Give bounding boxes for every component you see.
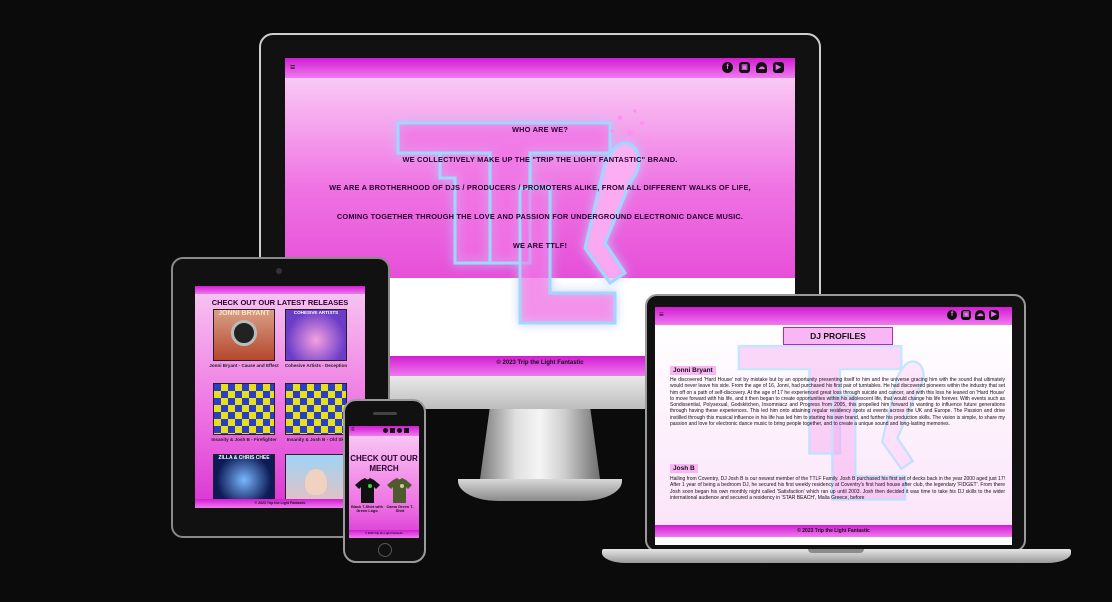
copyright-text: © 2023 Trip the Light Fantastic [365, 532, 403, 535]
tshirt-camo[interactable] [386, 477, 413, 504]
monitor-base [458, 479, 622, 501]
home-button[interactable] [378, 543, 392, 557]
twitch-icon[interactable]: ▣ [739, 62, 750, 73]
profile-name: Josh B [670, 464, 698, 473]
facebook-icon[interactable] [383, 428, 388, 433]
profiles-heading: DJ PROFILES [783, 327, 893, 345]
phone-speaker [373, 412, 397, 415]
tablet-navbar [195, 286, 365, 294]
laptop-footer: © 2023 Trip the Light Fantastic [655, 525, 1012, 537]
laptop-screen: ≡ f ▣ ☁ ▶ DJ PROFILES Jonni Bryant He di… [655, 307, 1012, 545]
about-heading: WHO ARE WE? [511, 125, 569, 134]
album-caption: Insanity & Josh B - Firefighter [211, 437, 277, 442]
vinyl-icon [231, 320, 257, 346]
tablet-screen: CHECK OUT OUR LATEST RELEASES JONNI BRYA… [195, 286, 365, 508]
album-caption: Cohesive Artists - Deception [284, 363, 348, 368]
portrait-image [305, 469, 327, 495]
phone-footer: © 2023 Trip the Light Fantastic [349, 530, 419, 538]
tshirt-icon [387, 478, 412, 503]
menu-icon[interactable]: ≡ [290, 63, 295, 72]
album-cover[interactable]: JONNI BRYANT [213, 309, 275, 361]
monitor-stand [480, 409, 600, 479]
merch-caption: Camo Green T-Shirt [386, 505, 414, 513]
about-line-4: WE ARE TTLF! [512, 241, 568, 250]
laptop-navbar: ≡ f ▣ ☁ ▶ [655, 307, 1012, 325]
album-cover[interactable] [285, 383, 347, 435]
soundcloud-icon[interactable]: ☁ [975, 310, 985, 320]
soundcloud-icon[interactable] [397, 428, 402, 433]
youtube-icon[interactable]: ▶ [773, 62, 784, 73]
copyright-text: © 2023 Trip the Light Fantastic [254, 501, 306, 505]
social-links [383, 428, 409, 433]
about-line-3: COMING TOGETHER THROUGH THE LOVE AND PAS… [336, 212, 744, 221]
album-cover-text: JONNI BRYANT [218, 310, 270, 317]
merch-title: CHECK OUT OUR MERCH [350, 454, 418, 473]
album-caption: Insanity & Josh B - Old Skl [286, 437, 346, 442]
tablet-footer: © 2023 Trip the Light Fantastic [195, 499, 365, 508]
about-line-1: WE COLLECTIVELY MAKE UP THE "TRIP THE LI… [402, 155, 678, 164]
profile-bio: Hailing from Coventry, DJ Josh B is our … [670, 476, 1005, 501]
facebook-icon[interactable]: f [722, 62, 733, 73]
facebook-icon[interactable]: f [947, 310, 957, 320]
social-links: f ▣ ☁ ▶ [947, 310, 999, 320]
twitch-icon[interactable]: ▣ [961, 310, 971, 320]
soundcloud-icon[interactable]: ☁ [756, 62, 767, 73]
profile-bio: He discovered 'Hard House' not by mistak… [670, 377, 1005, 428]
menu-icon[interactable]: ≡ [351, 427, 355, 433]
youtube-icon[interactable] [404, 428, 409, 433]
youtube-icon[interactable]: ▶ [989, 310, 999, 320]
twitch-icon[interactable] [390, 428, 395, 433]
tablet-camera [276, 268, 282, 274]
phone-screen: ≡ CHECK OUT OUR MERCH Black T-Shirt with… [349, 426, 419, 538]
menu-icon[interactable]: ≡ [659, 311, 664, 319]
desktop-navbar: ≡ f ▣ ☁ ▶ [285, 58, 795, 78]
album-cover-text: COHESIVE ARTISTS [293, 310, 339, 315]
laptop-notch [808, 549, 864, 553]
album-cover[interactable] [213, 383, 275, 435]
tshirt-black[interactable] [354, 477, 381, 504]
album-cover[interactable]: COHESIVE ARTISTS [285, 309, 347, 361]
releases-title: CHECK OUT OUR LATEST RELEASES [211, 298, 349, 307]
tshirt-icon [355, 478, 380, 503]
profile-name: Jonni Bryant [670, 366, 716, 375]
merch-caption: Black T-Shirt with Green Logo [351, 505, 383, 513]
social-links: f ▣ ☁ ▶ [722, 62, 784, 73]
copyright-text: © 2023 Trip the Light Fantastic [797, 528, 870, 534]
about-line-2: WE ARE A BROTHERHOOD OF DJS / PRODUCERS … [329, 183, 751, 192]
album-cover-text: ZILLA & CHRIS CHEE [218, 455, 270, 461]
phone-navbar: ≡ [349, 426, 419, 436]
album-caption: Jonni Bryant - Cause and Effect [209, 363, 279, 368]
